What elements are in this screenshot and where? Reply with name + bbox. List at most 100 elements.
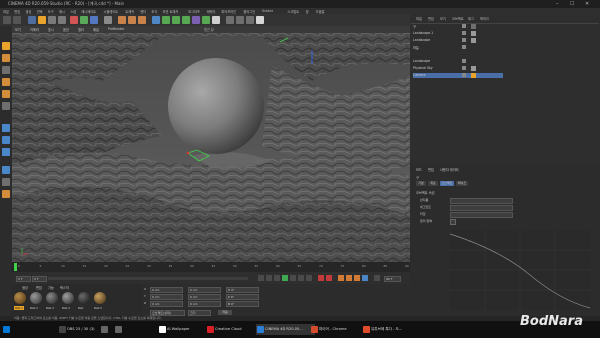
object-row[interactable]: Camera (413, 73, 503, 78)
viewport-menu-panel[interactable]: 패널 (93, 27, 99, 32)
preview-range-slider[interactable] (48, 277, 248, 280)
environment-icon[interactable] (202, 16, 210, 24)
perspective-viewport[interactable] (12, 26, 410, 262)
taskbar-item[interactable]: 파이어 - Chrome (310, 324, 369, 335)
viewport-menu-prorender[interactable]: ProRender (108, 27, 124, 31)
om-tab-bookmarks[interactable]: 북마크 (480, 16, 489, 21)
material-swatch[interactable] (62, 292, 74, 304)
object-row[interactable]: Landscape (413, 59, 503, 64)
position-x-field[interactable]: 0 cm (150, 287, 183, 293)
attr-subtab-coord[interactable]: 좌표 (428, 181, 438, 186)
rotation-h-field[interactable]: H 0° (226, 287, 259, 293)
keyframe-position-icon[interactable] (338, 275, 344, 281)
object-mode-icon[interactable] (2, 90, 10, 98)
visibility-dot-icon[interactable] (462, 38, 466, 42)
taskbar-item[interactable] (114, 324, 135, 335)
taskbar-item[interactable]: 유튜브에 톡다 - 도... (362, 324, 423, 335)
previous-key-icon[interactable] (266, 275, 272, 281)
enable-axis-icon[interactable] (2, 166, 10, 174)
undo-icon[interactable] (3, 16, 11, 24)
apply-button[interactable]: 적용 (218, 310, 232, 315)
material-swatch[interactable] (78, 292, 90, 304)
render-picture-viewer-icon[interactable] (128, 16, 136, 24)
segments-field[interactable] (450, 205, 513, 211)
autokeying-icon[interactable] (326, 275, 332, 281)
size-z-field[interactable]: 0 cm (188, 301, 221, 307)
start-button[interactable] (2, 324, 12, 335)
axis-x-icon[interactable] (70, 16, 78, 24)
close-button[interactable]: ✕ (585, 1, 589, 7)
animation-mode-icon[interactable] (2, 102, 10, 110)
keyframe-scale-icon[interactable] (346, 275, 352, 281)
render-view-icon[interactable] (118, 16, 126, 24)
scale-icon[interactable] (48, 16, 56, 24)
polygon-mode-icon[interactable] (2, 148, 10, 156)
target-tag-icon[interactable] (471, 73, 476, 78)
python-icon[interactable] (256, 16, 264, 24)
move-icon[interactable] (38, 16, 46, 24)
previous-frame-icon[interactable] (274, 275, 280, 281)
scene-icon[interactable] (192, 16, 200, 24)
workplane-icon[interactable] (236, 16, 244, 24)
rotation-p-field[interactable]: P 0° (226, 294, 259, 300)
om-tab-tags[interactable]: 태그 (468, 16, 474, 21)
material-tag-icon[interactable] (471, 66, 476, 71)
attr-tab-mode[interactable]: 모드 (416, 167, 422, 172)
go-to-end-icon[interactable] (306, 275, 312, 281)
maximize-button[interactable]: ☐ (570, 1, 574, 7)
visibility-dot-icon[interactable] (462, 45, 466, 49)
layout-icon[interactable] (246, 16, 254, 24)
attr-tab-user-data[interactable]: 사용자 데이터 (440, 167, 459, 172)
redo-icon[interactable] (13, 16, 21, 24)
cube-icon[interactable] (152, 16, 160, 24)
material-swatch[interactable] (94, 292, 106, 304)
size-x-field[interactable]: 0 cm (188, 287, 221, 293)
om-tab-view[interactable]: 보기 (440, 16, 446, 21)
mat-menu-edit[interactable]: 편집 (36, 285, 42, 290)
object-row[interactable]: Landscape.1 (413, 31, 503, 36)
axis-y-icon[interactable] (80, 16, 88, 24)
coordinate-system-icon[interactable] (104, 16, 112, 24)
spline-icon[interactable] (162, 16, 170, 24)
visibility-dot-icon[interactable] (462, 66, 466, 70)
keyframe-parameter-icon[interactable] (362, 275, 368, 281)
next-key-icon[interactable] (298, 275, 304, 281)
object-row[interactable]: 구 (413, 24, 503, 29)
keyframe-rotation-icon[interactable] (354, 275, 360, 281)
falloff-curve-graph[interactable] (450, 230, 590, 310)
solo-mode-icon[interactable] (2, 190, 10, 198)
material-swatch[interactable] (30, 292, 42, 304)
viewport-menu-filter[interactable]: 필터 (78, 27, 84, 32)
make-editable-icon[interactable] (2, 42, 10, 50)
light-icon[interactable] (212, 16, 220, 24)
rotate-icon[interactable] (58, 16, 66, 24)
taskbar-item[interactable]: Creative Cloud (206, 324, 261, 335)
viewport-menu-view[interactable]: 보기 (15, 27, 21, 32)
generator-icon[interactable] (172, 16, 180, 24)
play-icon[interactable] (282, 275, 288, 281)
record-keys-icon[interactable] (318, 275, 324, 281)
object-row[interactable]: Landscape (413, 38, 503, 43)
om-tab-objects[interactable]: 오브젝트 (452, 16, 464, 21)
mat-menu-function[interactable]: 기능 (48, 285, 54, 290)
attr-subtab-object[interactable]: 오브젝트 (440, 181, 454, 186)
menu-item[interactable]: Octane (262, 9, 273, 13)
workplane-mode-icon[interactable] (2, 66, 10, 74)
mat-menu-create[interactable]: 생성 (22, 285, 28, 290)
position-z-field[interactable]: 0 cm (150, 301, 183, 307)
attr-tab-edit[interactable]: 편집 (428, 167, 434, 172)
axis-z-icon[interactable] (90, 16, 98, 24)
visibility-dot-icon[interactable] (462, 59, 466, 63)
material-tag-icon[interactable] (471, 38, 476, 43)
rotation-b-field[interactable]: B 0° (226, 301, 259, 307)
snap-icon[interactable] (226, 16, 234, 24)
viewport-menu-camera[interactable]: 카메라 (30, 27, 39, 32)
timeline-ruler[interactable]: 0 5 10 15 20 25 30 35 40 45 50 55 60 65 70 75 80 85 90 (12, 262, 410, 272)
edge-mode-icon[interactable] (2, 136, 10, 144)
visibility-dot-icon[interactable] (462, 31, 466, 35)
viewport-menu-options[interactable]: 옵션 (63, 27, 69, 32)
viewport-menu-display[interactable]: 표시 (48, 27, 54, 32)
deformer-icon[interactable] (182, 16, 190, 24)
attr-subtab-phong[interactable]: 페이즈 (456, 181, 468, 186)
next-frame-icon[interactable] (290, 275, 296, 281)
